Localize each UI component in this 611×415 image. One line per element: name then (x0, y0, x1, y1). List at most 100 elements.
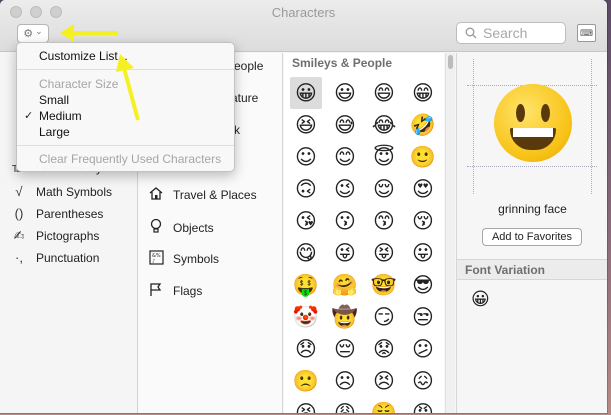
category-objects[interactable]: Objects (147, 218, 214, 237)
emoji-cell[interactable]: 😘 (290, 205, 322, 237)
emoji-cell[interactable]: 😉 (329, 173, 361, 205)
emoji-cell[interactable]: 😣 (368, 365, 400, 397)
emoji-cell[interactable]: 😏 (368, 301, 400, 333)
character-grid: Smileys & People 😀 😃 😄 😁 😆 😅 😂 🤣 ☺ 😊 😇 🙂 🙃 😉 😌 😍 😘 😗 😙 😚 😋 😜 😝… (284, 53, 444, 413)
emoji-cell[interactable]: 😄 (368, 77, 400, 109)
emoji-cell[interactable]: 😎 (407, 269, 439, 301)
emoji-cell[interactable]: 😊 (329, 141, 361, 173)
category-label: eople (234, 59, 264, 73)
menu-size-medium[interactable]: Medium (39, 109, 82, 123)
category-flags[interactable]: Flags (147, 282, 202, 300)
category-parentheses[interactable]: () Parentheses (10, 206, 104, 221)
emoji-cell[interactable]: 😃 (329, 77, 361, 109)
emoji-cell[interactable]: 😍 (407, 173, 439, 205)
menu-size-header: Character Size (39, 77, 119, 91)
category-pictographs[interactable]: ✍ Pictographs (10, 228, 100, 244)
grid-scrollbar[interactable] (445, 53, 455, 413)
menu-clear-frequent[interactable]: Clear Frequently Used Characters (39, 152, 221, 166)
emoji-cell[interactable]: 😕 (407, 333, 439, 365)
emoji-cell[interactable]: 😤 (368, 397, 400, 413)
category-label: Objects (173, 220, 214, 235)
category-label: ature (231, 91, 259, 105)
category-label: Math Symbols (36, 184, 113, 199)
highlight-arrow-up-icon (116, 54, 140, 121)
search-icon (465, 27, 477, 39)
category-travel-places[interactable]: Travel & Places (147, 186, 257, 204)
category-symbols[interactable]: &% ♪ Symbols (147, 250, 219, 268)
emoji-cell[interactable]: 🙁 (290, 365, 322, 397)
emoji-cell[interactable]: 😌 (368, 173, 400, 205)
house-icon (147, 186, 165, 204)
menu-size-large[interactable]: Large (39, 125, 70, 139)
font-variation-header: Font Variation (457, 259, 607, 280)
character-detail-pane: grinning face Add to Favorites Font Vari… (456, 53, 607, 413)
math-icon: √ (15, 184, 23, 199)
characters-window: Characters ⚙ ⌄ ⌨ ℡ Letterlike Symbols √ … (0, 0, 607, 413)
pictograph-icon: ✍ (13, 228, 25, 243)
font-variation-item[interactable]: 😀 (471, 289, 490, 310)
category-label: Travel & Places (173, 188, 257, 202)
emoji-cell[interactable]: 🤑 (290, 269, 322, 301)
parentheses-icon: () (14, 206, 24, 221)
category-label: Flags (173, 284, 203, 298)
add-to-favorites-button[interactable]: Add to Favorites (482, 228, 582, 246)
keyboard-viewer-button[interactable]: ⌨ (577, 24, 596, 42)
emoji-cell[interactable]: 😁 (407, 77, 439, 109)
emoji-cell[interactable]: 😗 (329, 205, 361, 237)
emoji-cell[interactable]: 🤠 (329, 301, 361, 333)
emoji-cell[interactable]: 😟 (368, 333, 400, 365)
window-title: Characters (271, 5, 336, 20)
emoji-cell[interactable]: ☹ (329, 365, 361, 397)
emoji-cell[interactable]: 😒 (407, 301, 439, 333)
emoji-cell[interactable]: 😋 (290, 237, 322, 269)
emoji-cell[interactable]: 🤗 (329, 269, 361, 301)
category-smileys-people[interactable]: eople (234, 59, 263, 73)
emoji-cell[interactable]: 😀 (290, 77, 322, 109)
emoji-cell[interactable]: 🤣 (407, 109, 439, 141)
emoji-cell[interactable]: 🙂 (407, 141, 439, 173)
emoji-cell[interactable]: 😚 (407, 205, 439, 237)
emoji-cell[interactable]: 🙃 (290, 173, 322, 205)
symbols-icon: &% ♪ (147, 250, 165, 268)
emoji-cell[interactable]: 😔 (329, 333, 361, 365)
emoji-cell[interactable]: 😆 (290, 109, 322, 141)
emoji-cell[interactable]: 😝 (368, 237, 400, 269)
emoji-cell[interactable]: 😙 (368, 205, 400, 237)
flag-icon (147, 282, 165, 300)
character-preview (467, 59, 597, 194)
grid-section-header: Smileys & People (292, 56, 393, 70)
category-math-symbols[interactable]: √ Math Symbols (10, 184, 112, 199)
checkmark-icon: ✓ (24, 110, 34, 122)
scrollbar-thumb[interactable] (448, 55, 453, 69)
search-input[interactable] (483, 25, 563, 41)
emoji-cell[interactable]: 😖 (407, 365, 439, 397)
lightbulb-icon (147, 218, 165, 237)
emoji-cell[interactable]: 😛 (407, 237, 439, 269)
keyboard-icon: ⌨ (580, 28, 593, 38)
chevron-down-icon: ⌄ (35, 26, 43, 36)
emoji-cell[interactable]: 😠 (407, 397, 439, 413)
emoji-cell[interactable]: 🤓 (368, 269, 400, 301)
menu-size-small[interactable]: Small (39, 93, 69, 107)
gear-icon: ⚙ (23, 28, 34, 40)
emoji-cell[interactable]: ☺ (290, 141, 322, 173)
action-menu-button[interactable]: ⚙ ⌄ (17, 24, 49, 43)
svg-text:♪: ♪ (152, 259, 155, 265)
emoji-cell[interactable]: 🤡 (290, 301, 322, 333)
category-label: Pictographs (36, 229, 100, 243)
punctuation-icon: ·, (15, 250, 23, 265)
emoji-cell[interactable]: 😇 (368, 141, 400, 173)
emoji-cell[interactable]: 😫 (290, 397, 322, 413)
emoji-cell[interactable]: 😞 (290, 333, 322, 365)
category-punctuation[interactable]: ·, Punctuation (10, 250, 99, 265)
search-field[interactable] (456, 22, 566, 44)
category-animals-nature[interactable]: ature (231, 91, 258, 105)
emoji-cell[interactable]: 😂 (368, 109, 400, 141)
emoji-cell[interactable]: 😩 (329, 397, 361, 413)
category-label: Parentheses (36, 206, 104, 221)
emoji-cell[interactable]: 😜 (329, 237, 361, 269)
highlight-arrow-left-icon (60, 24, 118, 42)
emoji-cell[interactable]: 😅 (329, 109, 361, 141)
category-label: Punctuation (36, 250, 100, 265)
character-name: grinning face (498, 202, 567, 216)
